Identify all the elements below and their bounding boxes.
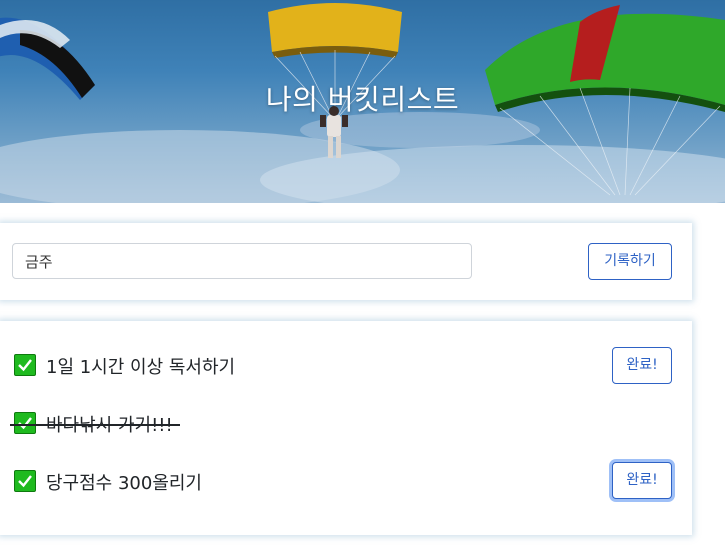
checkmark-icon	[14, 354, 36, 376]
hero-banner: 나의 버킷리스트	[0, 0, 725, 203]
input-card: 기록하기	[0, 223, 692, 300]
bucket-input[interactable]	[12, 243, 472, 279]
complete-button[interactable]: 완료!	[612, 347, 672, 384]
list-item-text: 1일 1시간 이상 독서하기	[46, 357, 236, 378]
record-button[interactable]: 기록하기	[588, 243, 672, 280]
checkmark-icon	[14, 412, 36, 434]
list-item-text: 당구점수 300올리기	[46, 473, 202, 494]
page-title: 나의 버킷리스트	[265, 83, 460, 116]
bucket-list-card: 1일 1시간 이상 독서하기 완료! 바다낚시 가기!!! 당구점수 300올리…	[0, 321, 692, 535]
checkmark-icon	[14, 470, 36, 492]
strikethrough-line	[10, 424, 180, 426]
complete-button[interactable]: 완료!	[612, 462, 672, 499]
